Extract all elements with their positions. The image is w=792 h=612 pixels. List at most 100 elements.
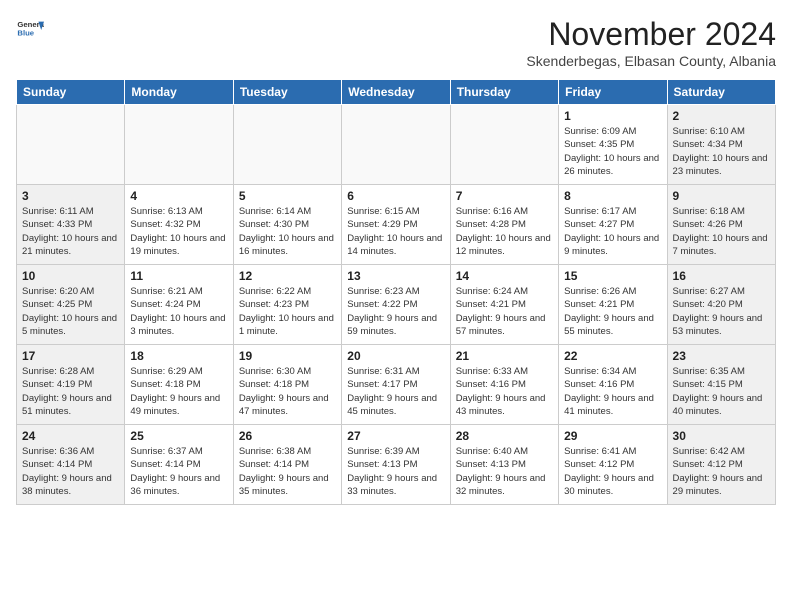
calendar-cell (342, 105, 450, 185)
cell-info: Sunrise: 6:18 AM Sunset: 4:26 PM Dayligh… (673, 205, 770, 258)
day-of-week-header: Wednesday (342, 80, 450, 105)
calendar-cell: 10Sunrise: 6:20 AM Sunset: 4:25 PM Dayli… (17, 265, 125, 345)
calendar-cell: 24 Sunrise: 6:36 AM Sunset: 4:14 PM Dayli… (17, 425, 125, 505)
day-number: 10 (22, 269, 119, 283)
calendar-cell: 13 Sunrise: 6:23 AM Sunset: 4:22 PM Dayli… (342, 265, 450, 345)
calendar-cell: 9 Sunrise: 6:18 AM Sunset: 4:26 PM Daylig… (667, 185, 775, 265)
calendar-cell: 8Sunrise: 6:17 AM Sunset: 4:27 PM Daylig… (559, 185, 667, 265)
cell-info: Sunrise: 6:35 AM Sunset: 4:15 PM Dayligh… (673, 365, 770, 418)
calendar-cell: 3Sunrise: 6:11 AM Sunset: 4:33 PM Daylig… (17, 185, 125, 265)
cell-info: Sunrise: 6:37 AM Sunset: 4:14 PM Dayligh… (130, 445, 227, 498)
calendar-week-row: 3Sunrise: 6:11 AM Sunset: 4:33 PM Daylig… (17, 185, 776, 265)
day-number: 18 (130, 349, 227, 363)
calendar-cell: 23 Sunrise: 6:35 AM Sunset: 4:15 PM Dayli… (667, 345, 775, 425)
day-number: 25 (130, 429, 227, 443)
day-number: 6 (347, 189, 444, 203)
day-number: 19 (239, 349, 336, 363)
day-number: 29 (564, 429, 661, 443)
cell-info: Sunrise: 6:42 AM Sunset: 4:12 PM Dayligh… (673, 445, 770, 498)
calendar-cell: 1 Sunrise: 6:09 AM Sunset: 4:35 PM Daylig… (559, 105, 667, 185)
cell-info: Sunrise: 6:14 AM Sunset: 4:30 PM Dayligh… (239, 205, 336, 258)
calendar-cell: 14Sunrise: 6:24 AM Sunset: 4:21 PM Dayli… (450, 265, 558, 345)
day-number: 27 (347, 429, 444, 443)
calendar-cell: 6 Sunrise: 6:15 AM Sunset: 4:29 PM Daylig… (342, 185, 450, 265)
calendar-cell: 18 Sunrise: 6:29 AM Sunset: 4:18 PM Dayli… (125, 345, 233, 425)
calendar-week-row: 10Sunrise: 6:20 AM Sunset: 4:25 PM Dayli… (17, 265, 776, 345)
calendar-cell: 22Sunrise: 6:34 AM Sunset: 4:16 PM Dayli… (559, 345, 667, 425)
day-number: 2 (673, 109, 770, 123)
cell-info: Sunrise: 6:13 AM Sunset: 4:32 PM Dayligh… (130, 205, 227, 258)
calendar-cell: 11 Sunrise: 6:21 AM Sunset: 4:24 PM Dayli… (125, 265, 233, 345)
calendar-header-row: SundayMondayTuesdayWednesdayThursdayFrid… (17, 80, 776, 105)
cell-info: Sunrise: 6:40 AM Sunset: 4:13 PM Dayligh… (456, 445, 553, 498)
logo: General Blue (16, 16, 44, 44)
svg-text:Blue: Blue (17, 29, 34, 38)
day-number: 21 (456, 349, 553, 363)
cell-info: Sunrise: 6:34 AM Sunset: 4:16 PM Dayligh… (564, 365, 661, 418)
day-number: 16 (673, 269, 770, 283)
calendar-cell (233, 105, 341, 185)
day-number: 28 (456, 429, 553, 443)
calendar-week-row: 1 Sunrise: 6:09 AM Sunset: 4:35 PM Daylig… (17, 105, 776, 185)
calendar-cell: 7Sunrise: 6:16 AM Sunset: 4:28 PM Daylig… (450, 185, 558, 265)
cell-info: Sunrise: 6:30 AM Sunset: 4:18 PM Dayligh… (239, 365, 336, 418)
calendar-cell: 4Sunrise: 6:13 AM Sunset: 4:32 PM Daylig… (125, 185, 233, 265)
calendar-week-row: 24 Sunrise: 6:36 AM Sunset: 4:14 PM Dayli… (17, 425, 776, 505)
day-of-week-header: Monday (125, 80, 233, 105)
calendar-cell: 20 Sunrise: 6:31 AM Sunset: 4:17 PM Dayli… (342, 345, 450, 425)
day-number: 12 (239, 269, 336, 283)
cell-info: Sunrise: 6:26 AM Sunset: 4:21 PM Dayligh… (564, 285, 661, 338)
calendar-cell: 26 Sunrise: 6:38 AM Sunset: 4:14 PM Dayli… (233, 425, 341, 505)
cell-info: Sunrise: 6:27 AM Sunset: 4:20 PM Dayligh… (673, 285, 770, 338)
cell-info: Sunrise: 6:38 AM Sunset: 4:14 PM Dayligh… (239, 445, 336, 498)
calendar-cell (17, 105, 125, 185)
cell-info: Sunrise: 6:36 AM Sunset: 4:14 PM Dayligh… (22, 445, 119, 498)
day-number: 13 (347, 269, 444, 283)
calendar-cell: 21 Sunrise: 6:33 AM Sunset: 4:16 PM Dayli… (450, 345, 558, 425)
calendar-cell: 12Sunrise: 6:22 AM Sunset: 4:23 PM Dayli… (233, 265, 341, 345)
day-number: 23 (673, 349, 770, 363)
calendar-cell (450, 105, 558, 185)
day-number: 24 (22, 429, 119, 443)
day-number: 14 (456, 269, 553, 283)
logo-icon: General Blue (16, 16, 44, 44)
cell-info: Sunrise: 6:29 AM Sunset: 4:18 PM Dayligh… (130, 365, 227, 418)
day-of-week-header: Thursday (450, 80, 558, 105)
calendar-cell: 5Sunrise: 6:14 AM Sunset: 4:30 PM Daylig… (233, 185, 341, 265)
calendar-cell: 16 Sunrise: 6:27 AM Sunset: 4:20 PM Dayli… (667, 265, 775, 345)
month-year-title: November 2024 (526, 16, 776, 53)
cell-info: Sunrise: 6:33 AM Sunset: 4:16 PM Dayligh… (456, 365, 553, 418)
cell-info: Sunrise: 6:28 AM Sunset: 4:19 PM Dayligh… (22, 365, 119, 418)
cell-info: Sunrise: 6:21 AM Sunset: 4:24 PM Dayligh… (130, 285, 227, 338)
cell-info: Sunrise: 6:17 AM Sunset: 4:27 PM Dayligh… (564, 205, 661, 258)
day-of-week-header: Sunday (17, 80, 125, 105)
calendar-cell: 2 Sunrise: 6:10 AM Sunset: 4:34 PM Daylig… (667, 105, 775, 185)
cell-info: Sunrise: 6:09 AM Sunset: 4:35 PM Dayligh… (564, 125, 661, 178)
day-number: 1 (564, 109, 661, 123)
day-number: 11 (130, 269, 227, 283)
day-number: 20 (347, 349, 444, 363)
calendar-week-row: 17 Sunrise: 6:28 AM Sunset: 4:19 PM Dayli… (17, 345, 776, 425)
calendar-cell: 17 Sunrise: 6:28 AM Sunset: 4:19 PM Dayli… (17, 345, 125, 425)
cell-info: Sunrise: 6:10 AM Sunset: 4:34 PM Dayligh… (673, 125, 770, 178)
calendar-cell: 27Sunrise: 6:39 AM Sunset: 4:13 PM Dayli… (342, 425, 450, 505)
location-subtitle: Skenderbegas, Elbasan County, Albania (526, 53, 776, 69)
day-of-week-header: Friday (559, 80, 667, 105)
cell-info: Sunrise: 6:31 AM Sunset: 4:17 PM Dayligh… (347, 365, 444, 418)
calendar-cell: 19 Sunrise: 6:30 AM Sunset: 4:18 PM Dayli… (233, 345, 341, 425)
calendar-cell: 28 Sunrise: 6:40 AM Sunset: 4:13 PM Dayli… (450, 425, 558, 505)
cell-info: Sunrise: 6:16 AM Sunset: 4:28 PM Dayligh… (456, 205, 553, 258)
cell-info: Sunrise: 6:15 AM Sunset: 4:29 PM Dayligh… (347, 205, 444, 258)
day-number: 9 (673, 189, 770, 203)
calendar-cell: 30 Sunrise: 6:42 AM Sunset: 4:12 PM Dayli… (667, 425, 775, 505)
day-of-week-header: Tuesday (233, 80, 341, 105)
cell-info: Sunrise: 6:23 AM Sunset: 4:22 PM Dayligh… (347, 285, 444, 338)
cell-info: Sunrise: 6:41 AM Sunset: 4:12 PM Dayligh… (564, 445, 661, 498)
day-number: 17 (22, 349, 119, 363)
day-number: 15 (564, 269, 661, 283)
day-number: 26 (239, 429, 336, 443)
calendar-cell: 25 Sunrise: 6:37 AM Sunset: 4:14 PM Dayli… (125, 425, 233, 505)
cell-info: Sunrise: 6:11 AM Sunset: 4:33 PM Dayligh… (22, 205, 119, 258)
title-area: November 2024 Skenderbegas, Elbasan Coun… (526, 16, 776, 69)
day-number: 30 (673, 429, 770, 443)
